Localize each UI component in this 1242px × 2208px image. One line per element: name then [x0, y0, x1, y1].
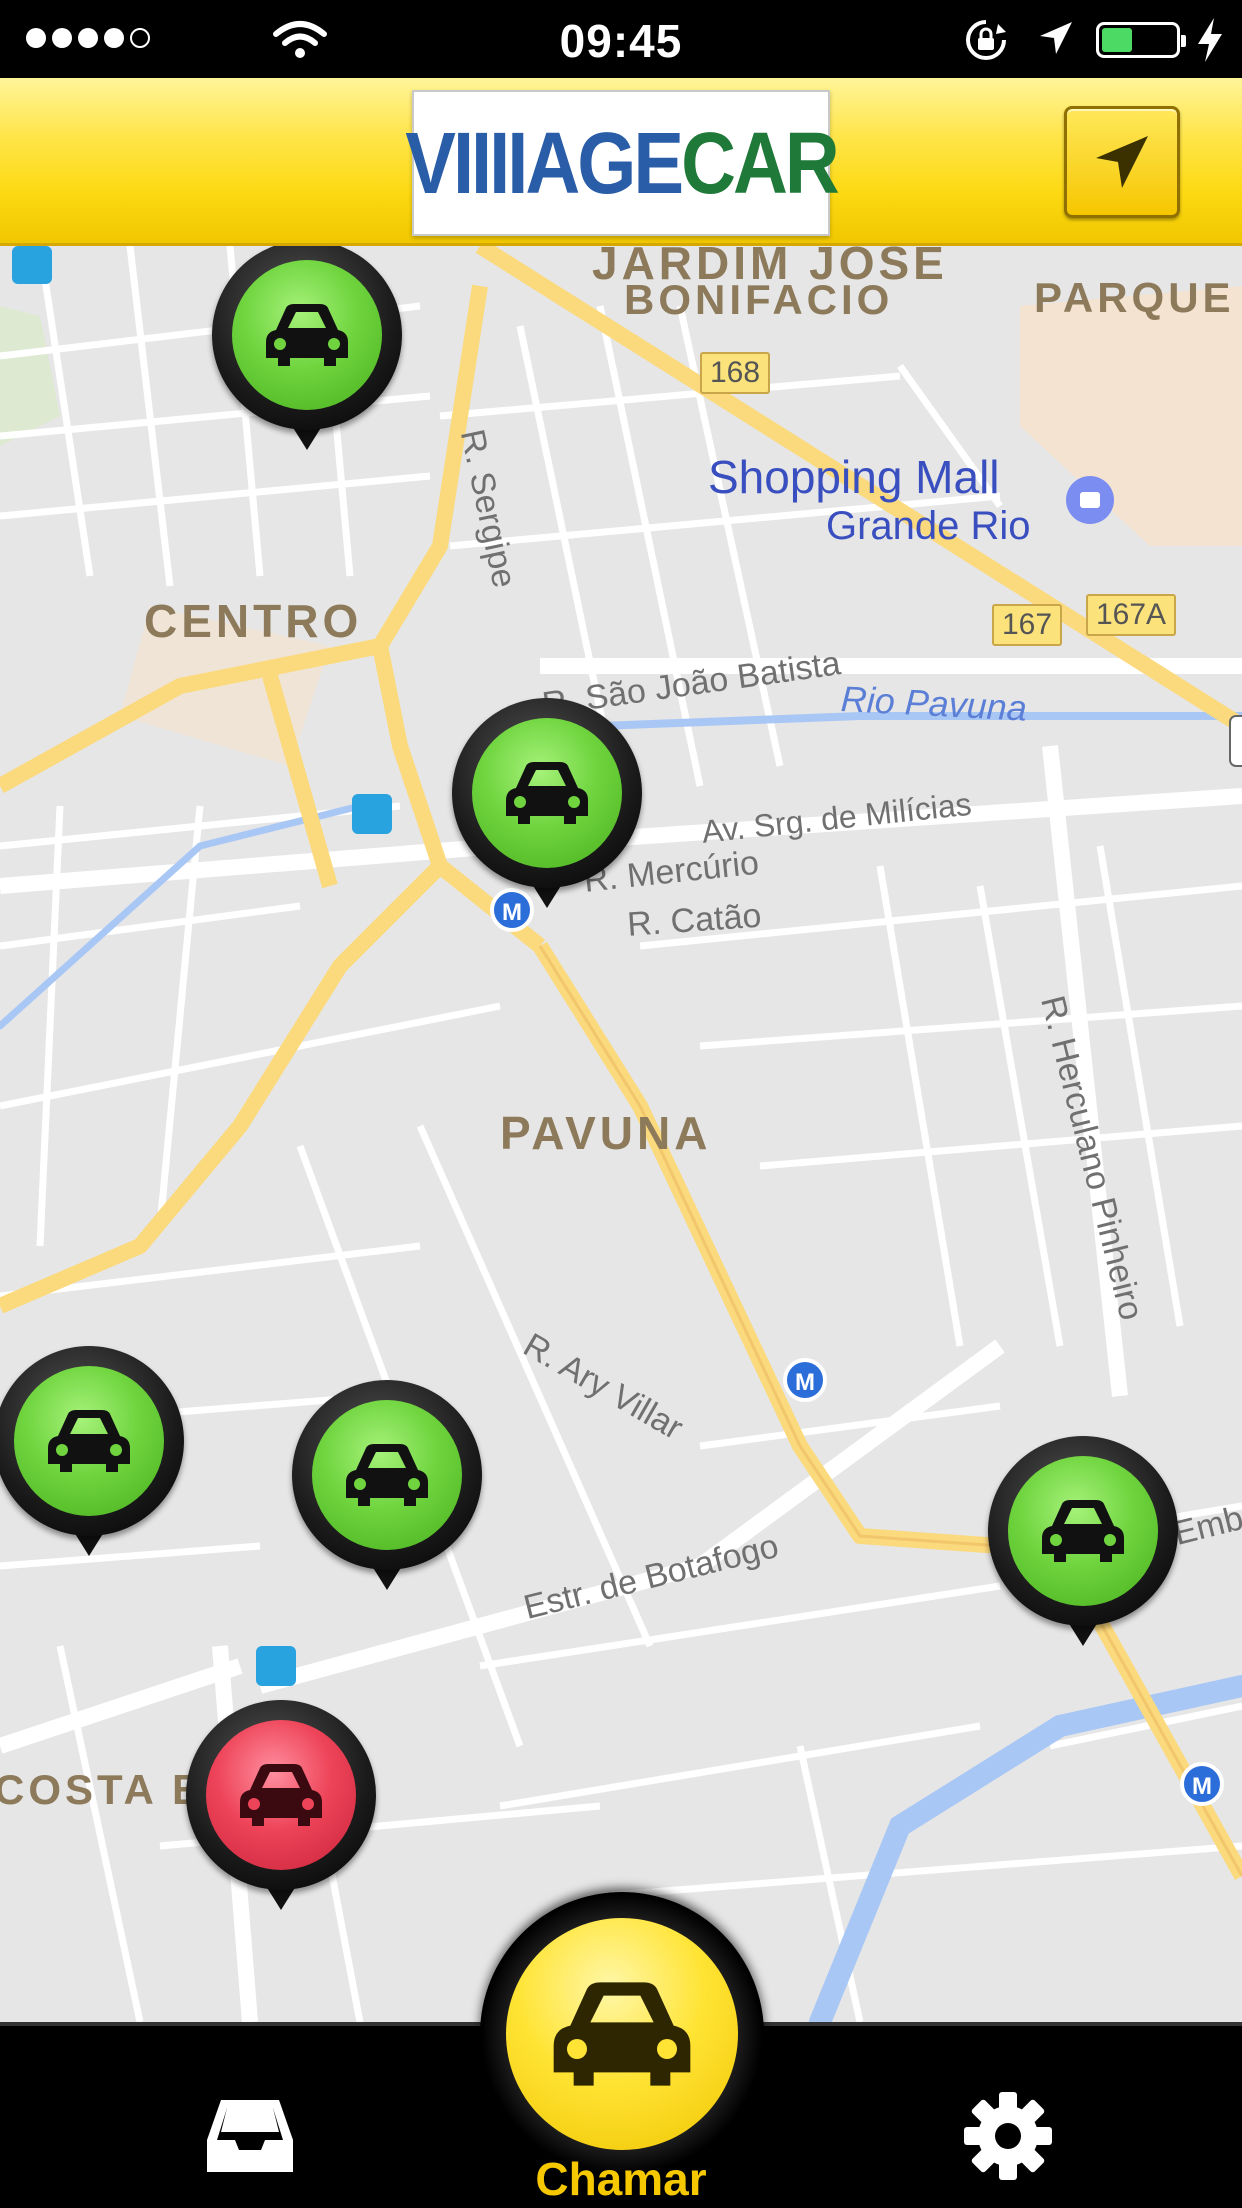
app-logo: VIIIIAGECAR [405, 90, 840, 236]
call-taxi-button[interactable] [480, 1892, 764, 2176]
svg-text:M: M [1192, 1773, 1212, 1800]
car-icon [1042, 1500, 1124, 1562]
map-view[interactable]: M M M JARDIM JOSE BONIFACIO PARQUE 168 R… [0, 246, 1242, 2022]
car-icon [48, 1410, 130, 1472]
car-marker-occupied[interactable] [186, 1700, 376, 1910]
svg-text:M: M [795, 1369, 815, 1396]
map-label-poi: Grande Rio [826, 504, 1031, 548]
map-label-district: PARQUE [1034, 274, 1235, 321]
car-marker-available[interactable] [988, 1436, 1178, 1646]
logo-text: VIIIIAGECAR [405, 114, 839, 212]
car-marker-available[interactable] [452, 698, 642, 908]
car-icon [240, 1764, 322, 1826]
route-shield: 167 [992, 604, 1063, 646]
map-label-district: CENTRO [144, 595, 363, 647]
route-shield: 168 [700, 352, 771, 394]
status-bar: 09:45 [0, 0, 1242, 78]
car-marker-available[interactable] [212, 246, 402, 450]
car-marker-available[interactable] [292, 1380, 482, 1590]
car-marker-available[interactable] [0, 1346, 184, 1556]
map-label-district: BONIFACIO [624, 276, 894, 323]
car-icon [553, 1982, 691, 2086]
map-label-district: COSTA B [0, 1766, 207, 1813]
car-icon [346, 1444, 428, 1506]
locate-me-button[interactable] [1064, 106, 1180, 218]
battery-icon [1096, 22, 1186, 58]
route-shield: 167A [1086, 594, 1177, 636]
location-arrow-icon [1040, 22, 1072, 54]
map-label-poi: Shopping Mall [708, 451, 1000, 503]
car-icon [506, 762, 588, 824]
location-arrow-icon [1096, 136, 1148, 188]
rotation-lock-icon [966, 20, 1006, 60]
charging-bolt-icon [1198, 18, 1222, 62]
call-taxi-face[interactable] [506, 1918, 738, 2150]
app-header: VIIIIAGECAR [0, 78, 1242, 246]
call-button-label[interactable]: Chamar [0, 2152, 1242, 2206]
car-icon [266, 304, 348, 366]
map-label-district: PAVUNA [500, 1107, 712, 1159]
